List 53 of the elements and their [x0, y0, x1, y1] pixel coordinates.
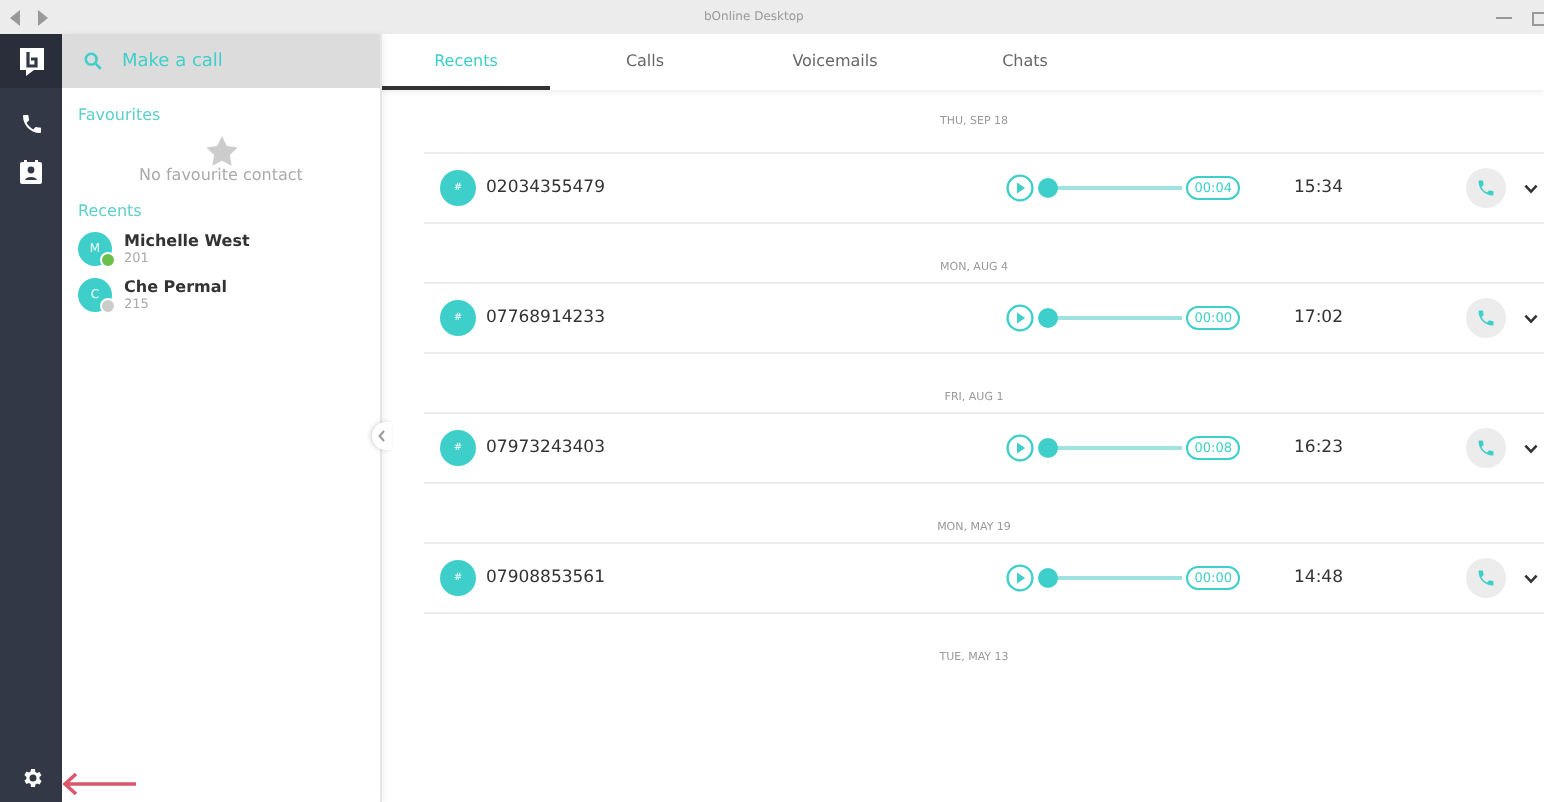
slider-thumb[interactable]	[1038, 178, 1059, 198]
call-button[interactable]	[1466, 428, 1506, 468]
contact-name: Michelle West	[124, 232, 250, 250]
call-time: 15:34	[1294, 178, 1345, 198]
phone-icon	[1476, 308, 1496, 328]
contact-name: Che Permal	[124, 278, 227, 296]
phone-number: 02034355479	[486, 178, 605, 198]
call-time: 16:23	[1294, 438, 1345, 458]
empty-message: No favourite contact	[137, 166, 305, 184]
slider-thumb[interactable]	[1038, 308, 1059, 328]
call-button[interactable]	[1466, 168, 1506, 208]
chevron-down-icon[interactable]	[1524, 573, 1538, 583]
tab[interactable]: Calls	[550, 34, 740, 90]
slider-thumb[interactable]	[1038, 568, 1059, 588]
chevron-down-icon[interactable]	[1524, 443, 1538, 453]
slider-thumb[interactable]	[1038, 438, 1059, 458]
tab[interactable]: Chats	[930, 34, 1120, 90]
phone-icon	[1476, 178, 1496, 198]
tab[interactable]: Voicemails	[740, 34, 930, 90]
search-field[interactable]: Make a call	[122, 51, 342, 71]
call-time: 14:48	[1294, 568, 1345, 588]
audio-slider[interactable]	[1038, 308, 1183, 328]
audio-slider[interactable]	[1038, 438, 1183, 458]
pointer-arrow	[62, 772, 138, 796]
phone-number: 07973243403	[486, 438, 605, 458]
play-button[interactable]	[1006, 174, 1035, 202]
phone-number: 07908853561	[486, 568, 605, 588]
chevron-down-icon[interactable]	[1524, 183, 1538, 193]
audio-slider[interactable]	[1038, 568, 1183, 588]
call-time: 17:02	[1294, 308, 1345, 328]
forward-icon[interactable]	[36, 9, 48, 25]
search-bar[interactable]: Make a call	[62, 34, 380, 88]
logo-icon[interactable]	[17, 45, 45, 77]
audio-slider[interactable]	[1038, 178, 1183, 198]
chevron-down-icon[interactable]	[1524, 313, 1538, 323]
star-icon	[205, 136, 237, 166]
play-button[interactable]	[1006, 564, 1035, 592]
back-icon[interactable]	[10, 9, 22, 25]
section-heading: Favourites	[76, 104, 163, 124]
section-heading: Recents	[76, 200, 144, 220]
phone-number: 07768914233	[486, 308, 605, 328]
call-button[interactable]	[1466, 558, 1506, 598]
maximize-icon[interactable]	[1532, 9, 1544, 25]
play-button[interactable]	[1006, 434, 1035, 462]
settings-icon[interactable]	[19, 766, 43, 790]
call-button[interactable]	[1466, 298, 1506, 338]
play-button[interactable]	[1006, 304, 1035, 332]
phone-icon	[1476, 568, 1496, 588]
phone-icon[interactable]	[19, 112, 43, 136]
collapse-handle[interactable]	[372, 422, 392, 450]
phone-icon	[1476, 438, 1496, 458]
search-icon	[84, 52, 102, 70]
contacts-icon[interactable]	[20, 160, 42, 184]
